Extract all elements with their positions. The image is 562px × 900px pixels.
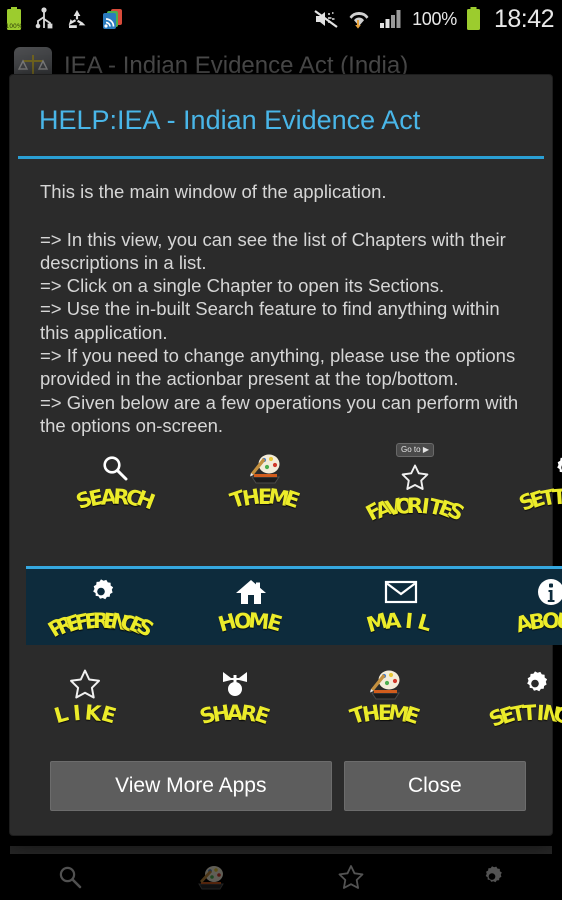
icon-row-1: SEARCH T H E M E Go to ▶ F A V O R I T E… (40, 443, 562, 527)
arc-label-search: SEARCH (40, 484, 190, 515)
arc-label-about: ABOUT (476, 608, 562, 638)
arc-label-home: HOME (176, 608, 326, 638)
gear-icon (550, 451, 562, 485)
wifi-icon (349, 11, 369, 29)
search-icon (100, 451, 130, 485)
bullet-item: => Use the in-built Search feature to fi… (40, 298, 500, 343)
bottom-bar-theme-palette-icon[interactable] (141, 863, 282, 891)
action-label-char: L (51, 701, 72, 729)
arc-label-share: SHARE (160, 700, 310, 730)
goto-badge: Go to ▶ (396, 443, 434, 458)
arc-label-settings-2: SETTINGS (460, 700, 562, 731)
screen: 100% 100% 18:42 IEA - Indian Evidence Ac… (0, 0, 562, 900)
action-label-char: A (383, 608, 403, 634)
home-icon (235, 575, 267, 609)
star-icon (400, 461, 430, 494)
star-icon (68, 667, 102, 701)
arc-label-favorites: FAVORITES (340, 494, 490, 527)
theme-palette-icon (366, 667, 404, 701)
help-dialog: HELP:IEA - Indian Evidence Act This is t… (10, 75, 562, 835)
gear-icon (520, 667, 550, 701)
arc-label-preferences: PREFERENCES (26, 608, 176, 642)
usb-icon (35, 7, 53, 29)
arc-label-settings: SETTINGS (490, 484, 562, 516)
android-status-bar: 100% 100% 18:42 (0, 0, 562, 38)
view-more-apps-button[interactable]: View More Apps (50, 761, 332, 811)
dialog-lead-text: This is the main window of the applicati… (40, 181, 387, 202)
status-bar-clock: 18:42 (493, 4, 555, 33)
action-label-char: I (71, 700, 83, 726)
battery-percent-label: 100% (412, 8, 457, 29)
dialog-bullet-list: => In this view, you can see the list of… (40, 228, 526, 438)
action-preferences[interactable]: PREFERENCES (26, 569, 176, 645)
action-favorites[interactable]: Go to ▶ FAVORITES (340, 443, 490, 527)
action-label-char: I (403, 608, 415, 634)
status-bar-left-icons: 100% (6, 7, 125, 31)
app-bottom-strip (10, 846, 552, 854)
bullet-item: => Given below are a few operations you … (40, 391, 519, 436)
bullet-item: => Click on a single Chapter to open its… (40, 275, 445, 297)
action-label-char: L (414, 609, 435, 637)
action-settings[interactable]: SETTINGS (490, 445, 562, 523)
action-home[interactable]: HOME (176, 569, 326, 645)
dialog-button-bar: View More Apps Close (10, 745, 552, 835)
arc-label-mail: MAIL (326, 608, 476, 638)
action-theme-2[interactable]: THEME (310, 661, 460, 739)
arc-label-like: LIKE (10, 700, 160, 730)
info-icon (536, 575, 562, 609)
close-button[interactable]: Close (343, 761, 526, 811)
bottom-bar-star-icon[interactable] (281, 863, 422, 891)
action-theme[interactable]: THEME (190, 445, 340, 523)
signal-icon (380, 10, 401, 28)
dialog-body: This is the main window of the applicati… (10, 159, 562, 550)
icon-row-3: LIKE SHARE T H E M E S E T T I N G (10, 661, 562, 739)
gear-icon (86, 575, 116, 609)
bottom-bar-search-icon[interactable] (0, 864, 141, 890)
action-like[interactable]: LIKE (10, 661, 160, 739)
action-mail[interactable]: MAIL (326, 569, 476, 645)
app-bottom-bar (0, 854, 562, 900)
bottom-bar-gear-icon[interactable] (422, 863, 562, 891)
arc-label-theme-2: THEME (310, 700, 460, 730)
mute-icon (314, 10, 338, 28)
rss-app-icon (103, 9, 122, 29)
share-nodes-icon (217, 667, 253, 701)
action-search[interactable]: SEARCH (40, 445, 190, 523)
dialog-title: HELP:IEA - Indian Evidence Act (39, 105, 421, 135)
envelope-icon (384, 575, 418, 609)
arc-label-theme: THEME (190, 484, 340, 514)
icon-row-2-highlighted: PREFERENCES HOME M A I L A B O U (26, 566, 562, 645)
svg-text:100%: 100% (6, 23, 22, 30)
action-about[interactable]: ABOUT (476, 569, 562, 645)
action-label-char: T (521, 700, 538, 726)
battery-icon (466, 7, 480, 30)
action-share[interactable]: SHARE (160, 661, 310, 739)
theme-palette-icon (246, 451, 284, 485)
action-settings-2[interactable]: SETTINGS (460, 661, 562, 739)
battery-icon: 100% (6, 7, 22, 30)
bullet-item: => If you need to change anything, pleas… (40, 345, 516, 390)
bullet-item: => In this view, you can see the list of… (40, 228, 506, 273)
recycle-icon (68, 10, 86, 28)
status-bar-right-icons: 100% 18:42 (313, 4, 555, 34)
action-label-char: T (551, 484, 562, 510)
